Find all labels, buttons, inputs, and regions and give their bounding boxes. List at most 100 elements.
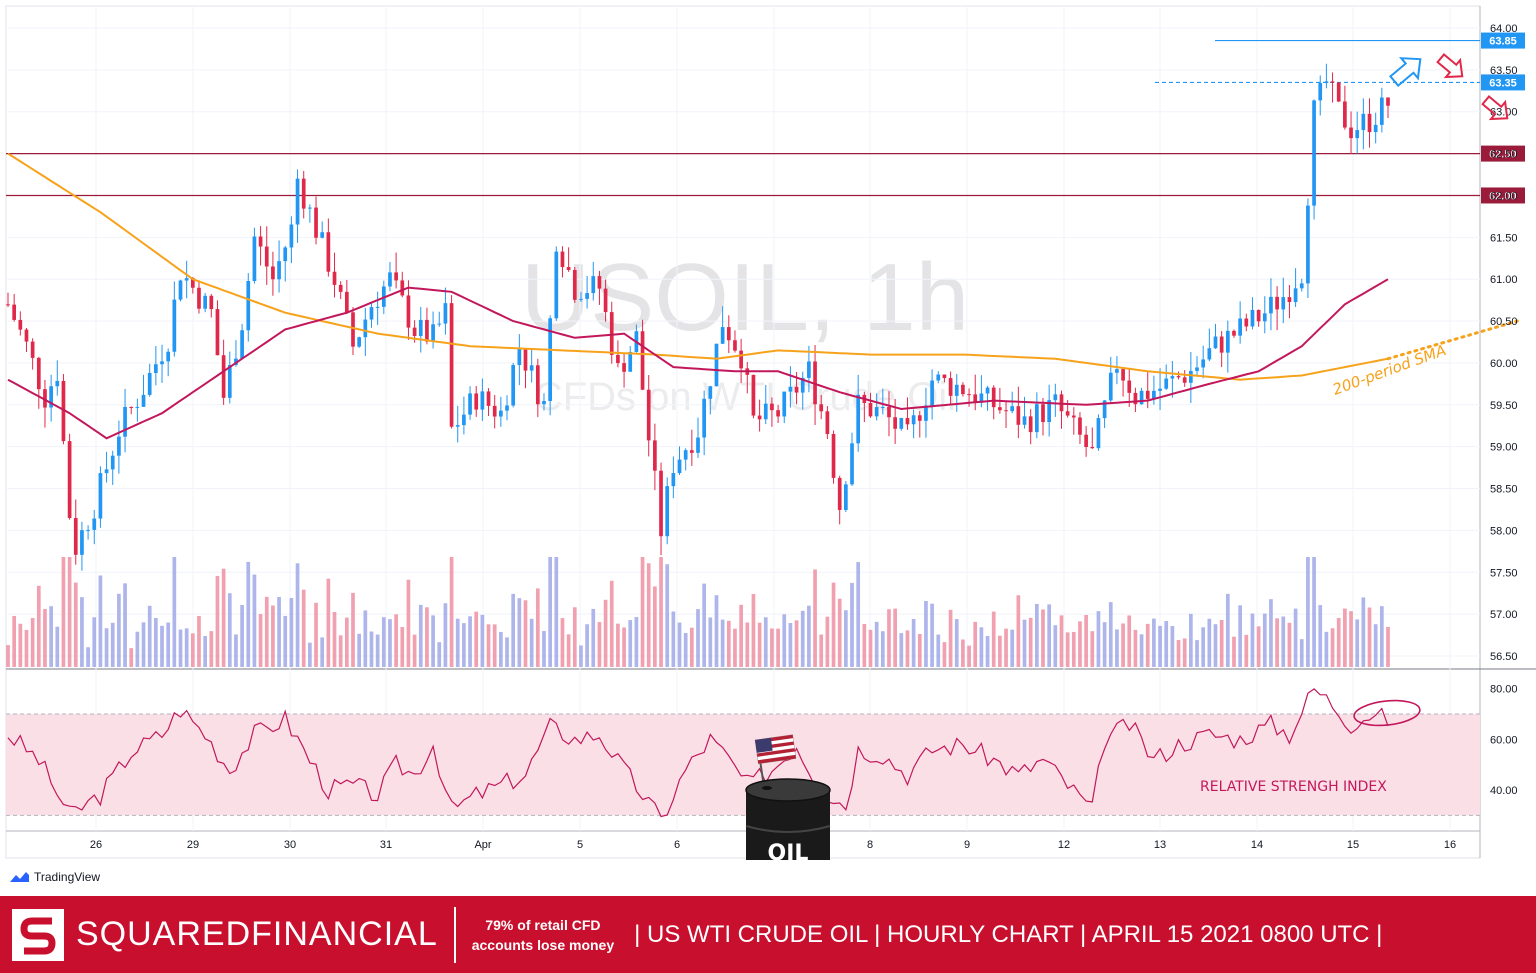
candle-body [868, 403, 873, 417]
volume-bar [653, 586, 657, 667]
candle-body [819, 404, 824, 412]
candle-body [480, 391, 485, 410]
volume-bar [1182, 638, 1187, 667]
candle-body [1312, 100, 1316, 206]
price-tick-label: 58.50 [1490, 484, 1518, 496]
volume-bar [628, 620, 633, 667]
volume-bar [529, 618, 534, 667]
volume-bar [689, 627, 694, 667]
footer-divider [453, 906, 456, 963]
candle-body [1004, 410, 1008, 412]
volume-bar [73, 582, 78, 667]
candle-body [1010, 406, 1015, 412]
volume-bar [1312, 557, 1316, 667]
candle-body [714, 343, 719, 387]
volume-bar [227, 593, 232, 667]
volume-bar [1275, 618, 1279, 667]
volume-bar [1201, 627, 1206, 667]
tradingview-logo[interactable]: TradingView [8, 870, 100, 884]
candle-body [696, 437, 700, 453]
candle-body [1158, 388, 1162, 391]
candle-body [739, 350, 743, 369]
volume-bar [320, 637, 325, 667]
time-tick-label: 29 [187, 839, 199, 851]
candle-body [1361, 113, 1366, 131]
volume-bar [1139, 634, 1144, 667]
volume-bar [1299, 639, 1304, 667]
candle-body [874, 407, 879, 417]
tradingview-label: TradingView [34, 870, 101, 884]
volume-bar [726, 620, 731, 667]
candle-body [30, 341, 35, 358]
volume-bar [1115, 629, 1119, 667]
price-tick-label: 57.00 [1490, 609, 1518, 621]
sma-label: 200-period SMA [1330, 341, 1448, 399]
volume-bar [1293, 608, 1298, 667]
candle-body [258, 236, 263, 247]
candle-body [1028, 416, 1033, 433]
volume-bar [1047, 604, 1052, 667]
volume-bar [221, 568, 226, 667]
volume-bar [55, 626, 60, 667]
candle-body [1121, 369, 1125, 381]
price-chart[interactable]: USOIL, 1h CFDs on WTI Crude Oil 63.8563.… [0, 0, 1536, 860]
volume-bar [887, 609, 891, 667]
volume-bar [831, 582, 836, 667]
time-tick-label: 8 [867, 839, 873, 851]
candle-body [172, 299, 177, 352]
candle-body [295, 178, 300, 225]
candle-body [363, 319, 368, 338]
volume-bar [646, 563, 651, 667]
rsi-band [6, 714, 1480, 816]
candle-body [523, 348, 528, 371]
volume-bar [844, 610, 848, 667]
volume-bar [911, 619, 916, 667]
volume-bar [338, 635, 343, 667]
volume-bar [659, 557, 663, 667]
candle-body [437, 323, 442, 325]
candle-body [770, 403, 774, 411]
rsi-tick-label: 80.00 [1490, 684, 1518, 696]
candle-body [24, 329, 29, 342]
volume-bar [1127, 615, 1132, 667]
volume-bar [813, 569, 817, 667]
candle-body [474, 393, 479, 410]
volume-bar [43, 609, 47, 667]
price-tick-label: 63.50 [1490, 65, 1518, 77]
volume-bar [1281, 616, 1286, 667]
time-tick-label: 16 [1444, 839, 1456, 851]
volume-bar [1189, 613, 1193, 667]
disclaimer-line-1: 79% of retail CFD [485, 916, 601, 933]
volume-bar [1022, 619, 1027, 667]
candle-body [394, 272, 398, 281]
candle-body [227, 364, 232, 398]
price-tick-label: 59.50 [1490, 400, 1518, 412]
candle-body [12, 304, 17, 320]
candle-body [788, 386, 793, 392]
candle-body [1108, 372, 1113, 401]
volume-bar [850, 582, 854, 667]
volume-bar [745, 622, 750, 667]
candle-body [1201, 359, 1206, 368]
volume-bar [117, 593, 121, 667]
candle-body [332, 271, 337, 285]
volume-bar [967, 645, 971, 667]
volume-bar [1010, 629, 1015, 667]
candle-body [1225, 330, 1230, 353]
candle-body [751, 374, 756, 416]
volume-bar [178, 629, 183, 667]
candle-body [566, 267, 571, 271]
candle-body [665, 486, 670, 537]
volume-bar [609, 580, 614, 667]
candle-body [357, 337, 362, 347]
volume-bar [807, 605, 811, 667]
candle-body [1318, 83, 1323, 101]
candle-body [954, 384, 959, 396]
candle-body [1250, 309, 1255, 327]
volume-bar [394, 614, 398, 667]
volume-bar [351, 592, 355, 667]
candle-body [492, 405, 497, 417]
volume-bar [1164, 621, 1169, 667]
candle-body [141, 394, 146, 407]
volume-bar [1133, 629, 1138, 667]
